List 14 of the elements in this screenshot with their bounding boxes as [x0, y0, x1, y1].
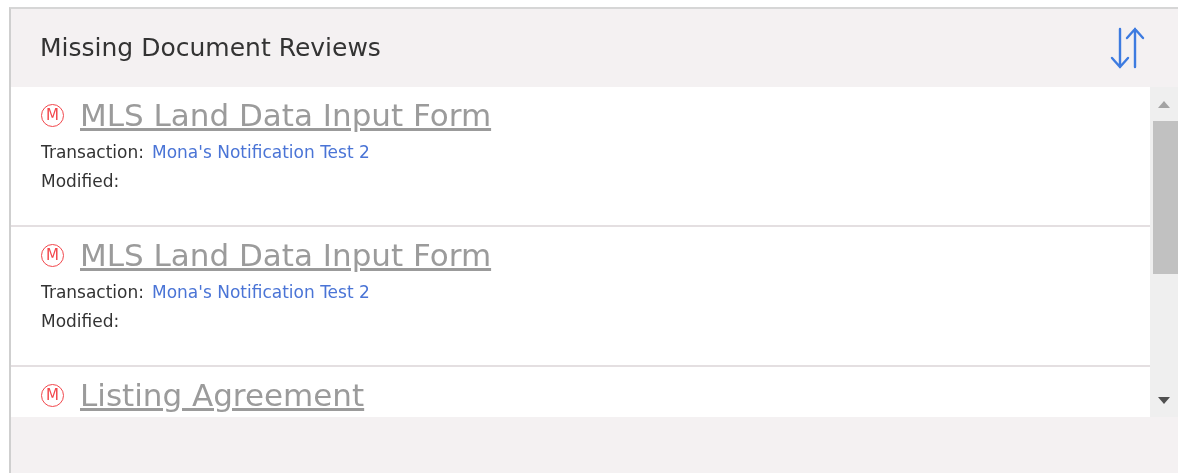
scroll-up-icon[interactable]	[1158, 100, 1170, 108]
transaction-link[interactable]: Mona's Notification Test 2	[152, 142, 370, 164]
modified-label: Modified:	[41, 171, 120, 192]
transaction-label: Transaction:	[41, 142, 144, 164]
scrollbar-thumb[interactable]	[1153, 121, 1178, 274]
scrollbar[interactable]	[1150, 87, 1178, 417]
document-title[interactable]: MLS Land Data Input Form	[80, 237, 492, 275]
document-title[interactable]: Listing Agreement	[80, 377, 365, 415]
panel-title: Missing Document Reviews	[40, 32, 381, 65]
scroll-down-icon[interactable]	[1158, 396, 1170, 404]
transaction-link[interactable]: Mona's Notification Test 2	[152, 282, 370, 304]
modified-label: Modified:	[41, 311, 120, 332]
document-title[interactable]: MLS Land Data Input Form	[80, 97, 492, 135]
transaction-label: Transaction:	[41, 282, 144, 304]
